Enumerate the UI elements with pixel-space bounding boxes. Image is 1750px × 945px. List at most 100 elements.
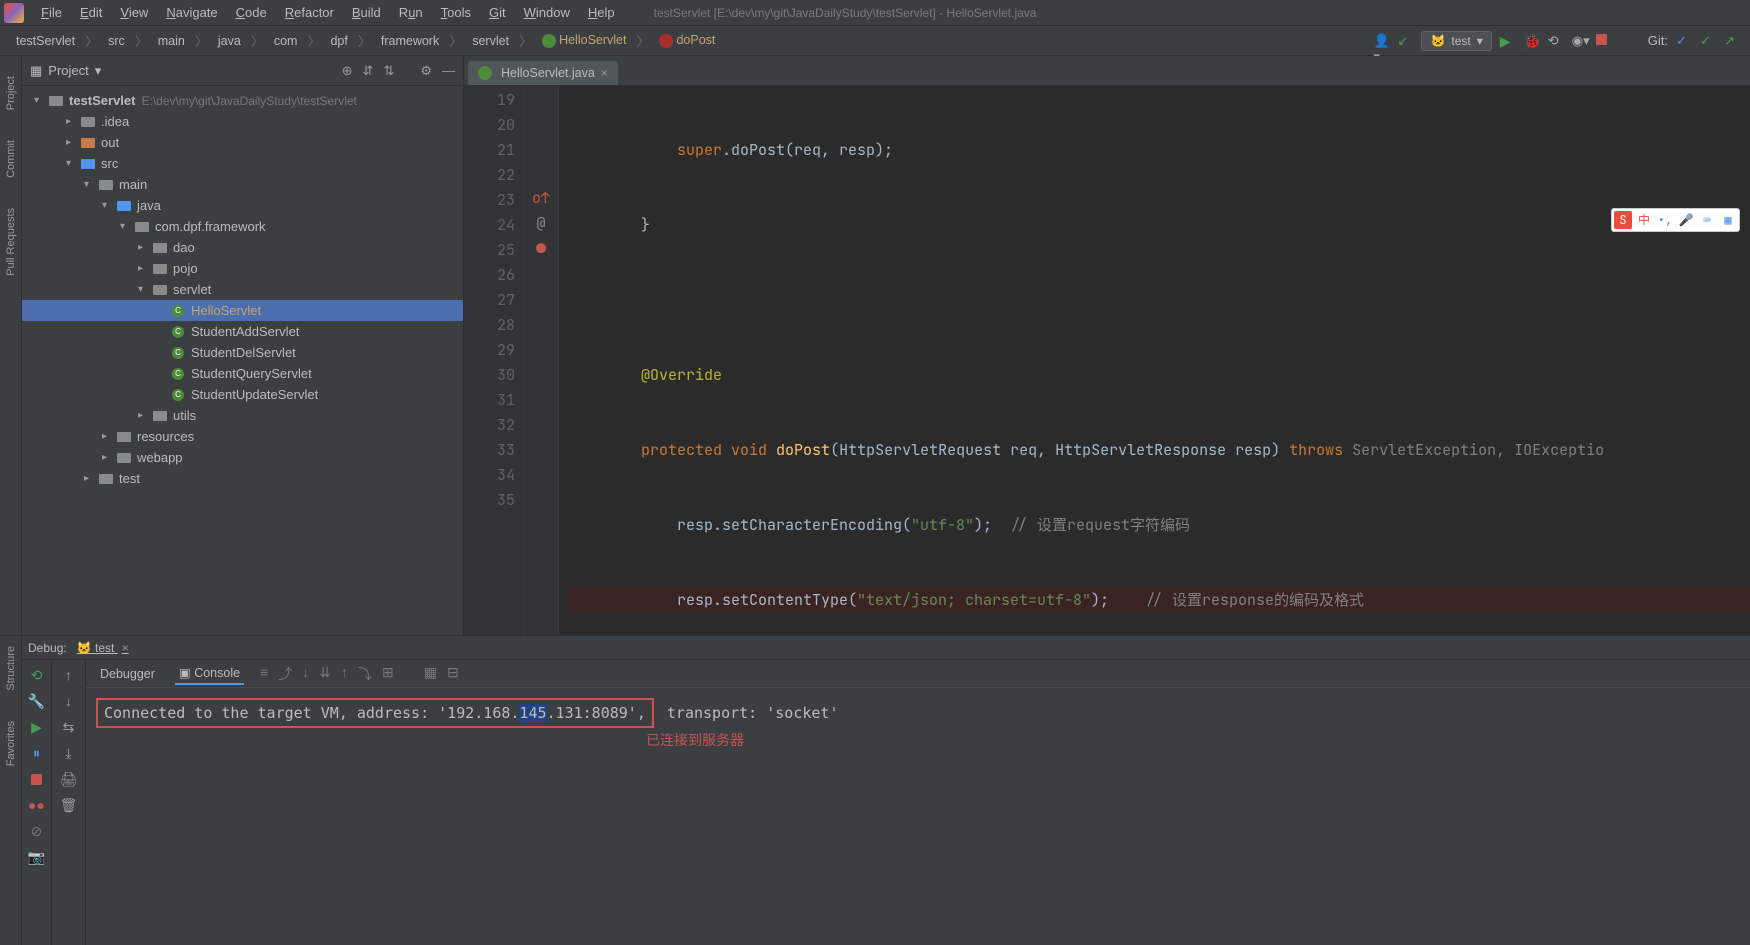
debugger-tab[interactable]: Debugger — [96, 664, 159, 684]
close-icon[interactable]: × — [122, 641, 129, 655]
close-icon[interactable]: × — [601, 66, 608, 80]
project-tree[interactable]: ▾ testServlet E:\dev\my\git\JavaDailyStu… — [22, 86, 463, 635]
expand-all-icon[interactable]: ⇵ — [363, 63, 374, 79]
tree-row[interactable]: ▾com.dpf.framework — [22, 216, 463, 237]
chevron-down-icon[interactable]: ▾ — [95, 63, 102, 79]
threads-icon[interactable]: ⊟ — [447, 664, 459, 684]
breadcrumb-item[interactable]: dpf — [324, 32, 353, 50]
view-breakpoints-icon[interactable]: ●● — [28, 796, 46, 814]
menu-git[interactable]: Git — [480, 2, 515, 23]
breadcrumb-item[interactable]: main — [152, 32, 191, 50]
tree-row[interactable]: ▾java — [22, 195, 463, 216]
step-into-icon[interactable]: ↓ — [302, 664, 309, 684]
ime-toolbar[interactable]: S 中 •, 🎤 ⌨ ▦ — [1611, 208, 1740, 232]
resume-icon[interactable]: ▶ — [28, 718, 46, 736]
debug-session-tab[interactable]: 🐱 test × — [77, 641, 129, 655]
tree-row[interactable]: CHelloServlet — [22, 300, 463, 321]
tree-row[interactable]: ▸webapp — [22, 447, 463, 468]
menu-code[interactable]: Code — [227, 2, 276, 23]
modify-run-icon[interactable]: 🔧 — [28, 692, 46, 710]
breadcrumb-item[interactable]: testServlet — [10, 32, 81, 50]
menu-edit[interactable]: Edit — [71, 2, 111, 23]
menu-tools[interactable]: Tools — [432, 2, 480, 23]
menu-refactor[interactable]: Refactor — [276, 2, 343, 23]
hide-icon[interactable]: — — [442, 63, 455, 78]
tree-row[interactable]: ▸resources — [22, 426, 463, 447]
tree-row[interactable]: ▸pojo — [22, 258, 463, 279]
menu-view[interactable]: View — [111, 2, 157, 23]
menu-run[interactable]: Run — [390, 2, 432, 23]
sidebar-tab-pull-requests[interactable]: Pull Requests — [5, 208, 17, 276]
camera-icon[interactable]: 📷 — [28, 848, 46, 866]
menu-help[interactable]: Help — [579, 2, 624, 23]
console-output[interactable]: Connected to the target VM, address: '19… — [86, 688, 1750, 945]
git-update-icon[interactable]: ✓ — [1676, 33, 1692, 49]
step-down-icon[interactable]: ↓ — [60, 692, 78, 710]
gear-icon[interactable]: ⚙ — [420, 63, 432, 79]
editor-tab[interactable]: HelloServlet.java × — [468, 61, 618, 85]
breadcrumb-item[interactable]: src — [102, 32, 131, 50]
step-up-icon[interactable]: ↑ — [60, 666, 78, 684]
breadcrumb-method[interactable]: doPost — [653, 31, 721, 50]
stop-icon[interactable] — [28, 770, 46, 788]
print-icon[interactable]: 🖨 — [60, 770, 78, 788]
ime-punct-icon[interactable]: •, — [1656, 211, 1674, 229]
step-out-icon[interactable]: ↑ — [341, 664, 348, 684]
git-push-icon[interactable]: ↗ — [1724, 33, 1740, 49]
tree-row[interactable]: ▸test — [22, 468, 463, 489]
sidebar-tab-project[interactable]: Project — [5, 76, 17, 110]
debug-button[interactable]: 🐞 — [1524, 33, 1540, 49]
breadcrumb-class[interactable]: HelloServlet — [536, 31, 632, 50]
rerun-icon[interactable]: ⟲ — [28, 666, 46, 684]
tree-row[interactable]: ▾servlet — [22, 279, 463, 300]
step-over-icon[interactable]: ⤴ — [278, 664, 292, 684]
step-icon[interactable]: ≡ — [260, 664, 268, 684]
breadcrumb-item[interactable]: servlet — [466, 32, 515, 50]
tree-row[interactable]: CStudentUpdateServlet — [22, 384, 463, 405]
menu-window[interactable]: Window — [515, 2, 579, 23]
tree-row[interactable]: ▸dao — [22, 237, 463, 258]
menu-file[interactable]: File — [32, 2, 71, 23]
sidebar-tab-commit[interactable]: Commit — [5, 140, 17, 178]
tree-row[interactable]: ▸utils — [22, 405, 463, 426]
code-content[interactable]: super.doPost(req, resp); } @Override pro… — [559, 86, 1750, 635]
mute-breakpoints-icon[interactable]: ⊘ — [28, 822, 46, 840]
clear-icon[interactable]: 🗑 — [60, 796, 78, 814]
run-button[interactable]: ▶ — [1500, 33, 1516, 49]
tree-row[interactable]: ▾main — [22, 174, 463, 195]
ime-keyboard-icon[interactable]: ⌨ — [1698, 211, 1716, 229]
evaluate-icon[interactable]: ⊞ — [382, 664, 394, 684]
pause-icon[interactable]: ⏸ — [28, 744, 46, 762]
ime-mic-icon[interactable]: 🎤 — [1677, 211, 1695, 229]
collapse-all-icon[interactable]: ⇅ — [383, 63, 394, 79]
tree-row[interactable]: ▾src — [22, 153, 463, 174]
breadcrumb-item[interactable]: framework — [375, 32, 445, 50]
tree-row[interactable]: CStudentDelServlet — [22, 342, 463, 363]
sidebar-tab-favorites[interactable]: Favorites — [5, 721, 17, 766]
profile-button[interactable]: ◉▾ — [1572, 33, 1588, 49]
console-tab[interactable]: ▣ Console — [175, 662, 244, 685]
force-step-icon[interactable]: ⇊ — [319, 664, 331, 684]
ime-sogou-icon[interactable]: S — [1614, 211, 1632, 229]
ime-lang-icon[interactable]: 中 — [1635, 211, 1653, 229]
run-to-cursor-icon[interactable]: ⤵ — [358, 664, 372, 684]
locate-icon[interactable]: ⊕ — [342, 63, 353, 79]
breadcrumb-item[interactable]: java — [212, 32, 247, 50]
git-commit-icon[interactable]: ✓ — [1700, 33, 1716, 49]
tree-row[interactable]: CStudentQueryServlet — [22, 363, 463, 384]
frames-icon[interactable]: ▦ — [424, 664, 437, 684]
breadcrumb-item[interactable]: com — [268, 32, 304, 50]
menu-build[interactable]: Build — [343, 2, 390, 23]
editor-body[interactable]: 1920212223242526272829303132333435 o↑ @●… — [464, 86, 1750, 635]
vcs-update-icon[interactable]: ↙ — [1397, 33, 1413, 49]
tree-row[interactable]: CStudentAddServlet — [22, 321, 463, 342]
tree-row[interactable]: ▸out — [22, 132, 463, 153]
tree-root[interactable]: ▾ testServlet E:\dev\my\git\JavaDailyStu… — [22, 90, 463, 111]
stop-button[interactable] — [1596, 33, 1612, 49]
add-user-icon[interactable]: 👤▾ — [1373, 33, 1389, 49]
tree-row[interactable]: ▸.idea — [22, 111, 463, 132]
sidebar-tab-structure[interactable]: Structure — [5, 646, 17, 691]
wrap-icon[interactable]: ⇆ — [60, 718, 78, 736]
scroll-icon[interactable]: ⤓ — [60, 744, 78, 762]
coverage-button[interactable]: ⟲ — [1548, 33, 1564, 49]
